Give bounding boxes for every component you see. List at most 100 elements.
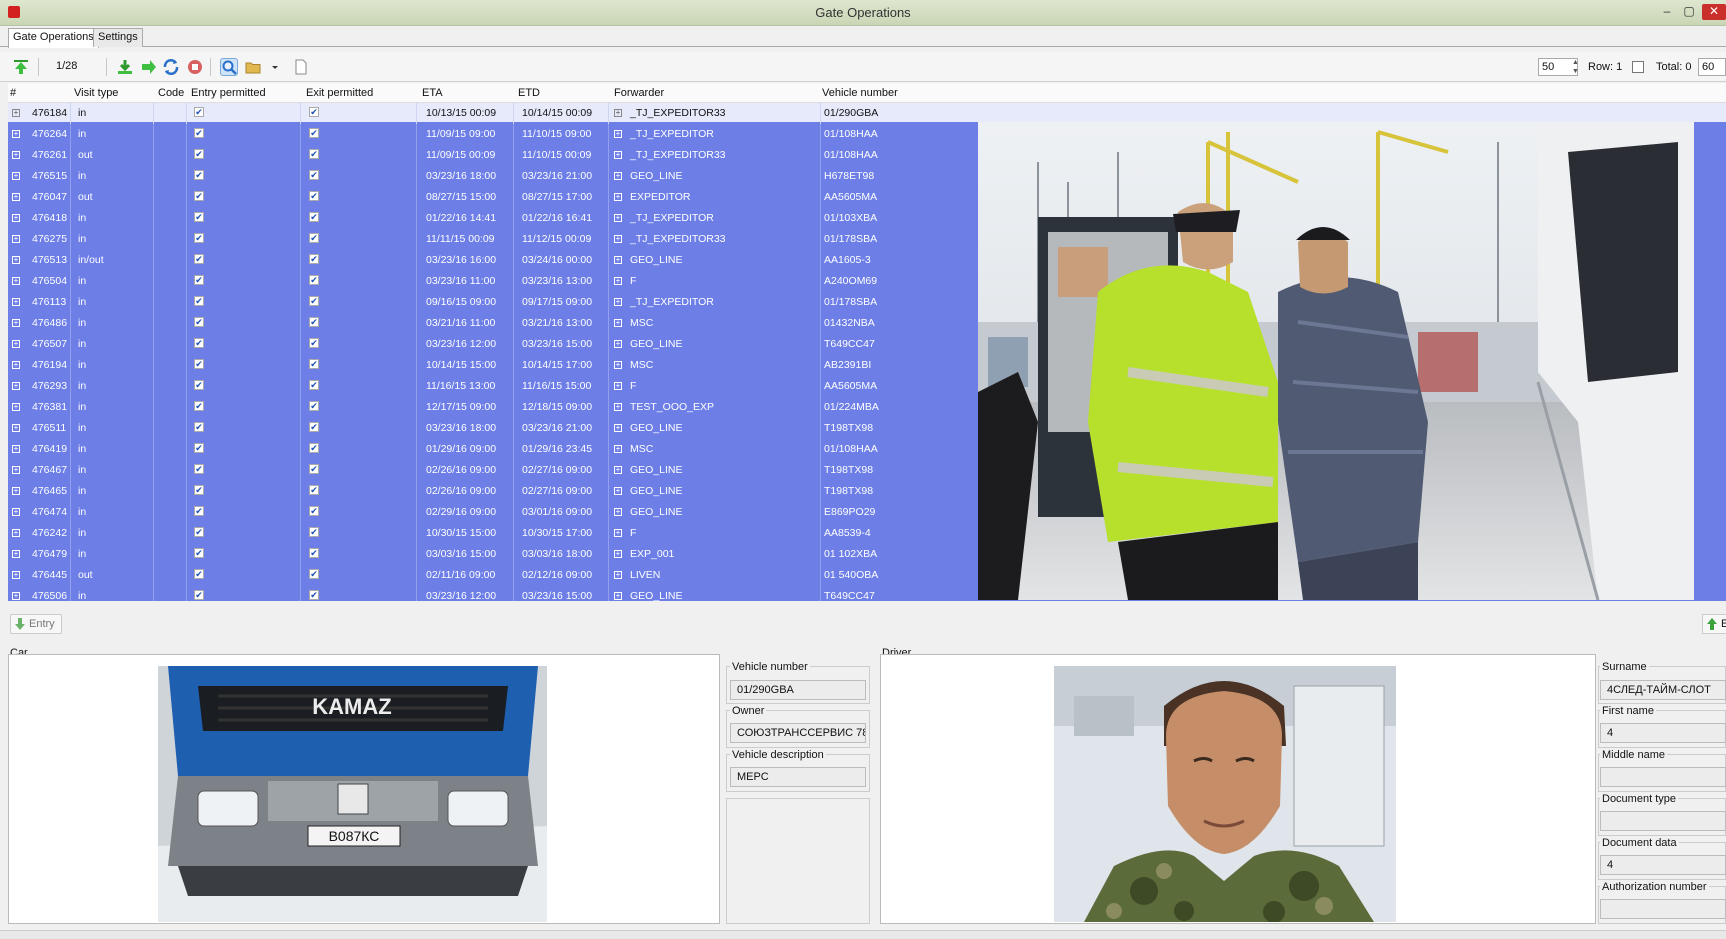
col-header-forwarder[interactable]: Forwarder [614,87,664,99]
entry-permitted-checkbox[interactable]: ✔ [194,443,204,453]
entry-permitted-checkbox[interactable]: ✔ [194,506,204,516]
expand-row-icon[interactable]: + [12,571,20,579]
exit-permitted-checkbox[interactable]: ✔ [309,317,319,327]
entry-permitted-checkbox[interactable]: ✔ [194,569,204,579]
entry-permitted-checkbox[interactable]: ✔ [194,422,204,432]
exit-permitted-checkbox[interactable]: ✔ [309,212,319,222]
expand-forwarder-icon[interactable]: + [614,445,622,453]
expand-forwarder-icon[interactable]: + [614,550,622,558]
vehicle-description-field[interactable]: МЕРС [730,767,866,787]
search-icon[interactable] [220,58,238,76]
total-input[interactable]: 60 [1698,58,1726,76]
exit-permitted-checkbox[interactable]: ✔ [309,275,319,285]
exit-permitted-checkbox[interactable]: ✔ [309,128,319,138]
entry-permitted-checkbox[interactable]: ✔ [194,338,204,348]
exit-permitted-checkbox[interactable]: ✔ [309,527,319,537]
tab-settings[interactable]: Settings [93,28,143,47]
expand-row-icon[interactable]: + [12,130,20,138]
entry-permitted-checkbox[interactable]: ✔ [194,401,204,411]
expand-row-icon[interactable]: + [12,235,20,243]
entry-button[interactable]: Entry [10,614,62,634]
expand-row-icon[interactable]: + [12,193,20,201]
expand-row-icon[interactable]: + [12,298,20,306]
document-data-field[interactable]: 4 [1600,855,1726,875]
expand-row-icon[interactable]: + [12,340,20,348]
expand-row-icon[interactable]: + [12,277,20,285]
expand-row-icon[interactable]: + [12,172,20,180]
minimize-button[interactable]: – [1660,4,1674,20]
entry-permitted-checkbox[interactable]: ✔ [194,548,204,558]
expand-forwarder-icon[interactable]: + [614,424,622,432]
expand-row-icon[interactable]: + [12,592,20,600]
folder-icon[interactable] [244,58,262,76]
owner-field[interactable]: СОЮЗТРАНССЕРВИС 782 [730,723,866,743]
exit-permitted-checkbox[interactable]: ✔ [309,191,319,201]
entry-permitted-checkbox[interactable]: ✔ [194,170,204,180]
exit-permitted-checkbox[interactable]: ✔ [309,149,319,159]
upload-icon[interactable] [12,58,30,76]
stop-icon[interactable] [186,58,204,76]
entry-permitted-checkbox[interactable]: ✔ [194,254,204,264]
page-size-stepper[interactable]: ▲ ▼ [1572,58,1580,76]
exit-permitted-checkbox[interactable]: ✔ [309,380,319,390]
download-user-icon[interactable] [116,58,134,76]
document-type-field[interactable] [1600,811,1726,831]
expand-row-icon[interactable]: + [12,529,20,537]
entry-permitted-checkbox[interactable]: ✔ [194,485,204,495]
document-icon[interactable] [292,58,310,76]
entry-permitted-checkbox[interactable]: ✔ [194,296,204,306]
expand-forwarder-icon[interactable]: + [614,382,622,390]
exit-permitted-checkbox[interactable]: ✔ [309,359,319,369]
expand-row-icon[interactable]: + [12,487,20,495]
entry-permitted-checkbox[interactable]: ✔ [194,527,204,537]
entry-permitted-checkbox[interactable]: ✔ [194,212,204,222]
expand-forwarder-icon[interactable]: + [614,151,622,159]
entry-permitted-checkbox[interactable]: ✔ [194,380,204,390]
expand-forwarder-icon[interactable]: + [614,214,622,222]
col-header-entry-permitted[interactable]: Entry permitted [191,87,266,99]
expand-forwarder-icon[interactable]: + [614,529,622,537]
expand-forwarder-icon[interactable]: + [614,298,622,306]
chevron-down-icon[interactable] [266,58,278,76]
exit-permitted-checkbox[interactable]: ✔ [309,422,319,432]
col-header-eta[interactable]: ETA [422,87,443,99]
expand-forwarder-icon[interactable]: + [614,319,622,327]
expand-row-icon[interactable]: + [12,256,20,264]
exit-permitted-checkbox[interactable]: ✔ [309,233,319,243]
exit-permitted-checkbox[interactable]: ✔ [309,590,319,600]
refresh-icon[interactable] [162,58,180,76]
entry-permitted-checkbox[interactable]: ✔ [194,191,204,201]
row-checkbox[interactable] [1632,61,1644,73]
surname-field[interactable]: 4СЛЕД-ТАЙМ-СЛОТ [1600,680,1726,700]
entry-permitted-checkbox[interactable]: ✔ [194,590,204,600]
entry-permitted-checkbox[interactable]: ✔ [194,317,204,327]
tab-gate-operations[interactable]: Gate Operations [8,28,99,48]
expand-forwarder-icon[interactable]: + [614,193,622,201]
expand-forwarder-icon[interactable]: + [614,361,622,369]
entry-permitted-checkbox[interactable]: ✔ [194,149,204,159]
expand-forwarder-icon[interactable]: + [614,508,622,516]
expand-row-icon[interactable]: + [12,466,20,474]
expand-forwarder-icon[interactable]: + [614,487,622,495]
expand-forwarder-icon[interactable]: + [614,130,622,138]
entry-permitted-checkbox[interactable]: ✔ [194,107,204,117]
exit-permitted-checkbox[interactable]: ✔ [309,485,319,495]
expand-row-icon[interactable]: + [12,550,20,558]
exit-permitted-checkbox[interactable]: ✔ [309,254,319,264]
expand-forwarder-icon[interactable]: + [614,277,622,285]
entry-permitted-checkbox[interactable]: ✔ [194,275,204,285]
exit-permitted-checkbox[interactable]: ✔ [309,443,319,453]
expand-row-icon[interactable]: + [12,151,20,159]
expand-row-icon[interactable]: + [12,424,20,432]
expand-forwarder-icon[interactable]: + [614,403,622,411]
entry-permitted-checkbox[interactable]: ✔ [194,128,204,138]
first-name-field[interactable]: 4 [1600,723,1726,743]
middle-name-field[interactable] [1600,767,1726,787]
vehicle-number-field[interactable]: 01/290GBA [730,680,866,700]
col-header-visit-type[interactable]: Visit type [74,87,118,99]
exit-permitted-checkbox[interactable]: ✔ [309,401,319,411]
exit-permitted-checkbox[interactable]: ✔ [309,548,319,558]
expand-forwarder-icon[interactable]: + [614,235,622,243]
exit-permitted-checkbox[interactable]: ✔ [309,170,319,180]
expand-forwarder-icon[interactable]: + [614,571,622,579]
